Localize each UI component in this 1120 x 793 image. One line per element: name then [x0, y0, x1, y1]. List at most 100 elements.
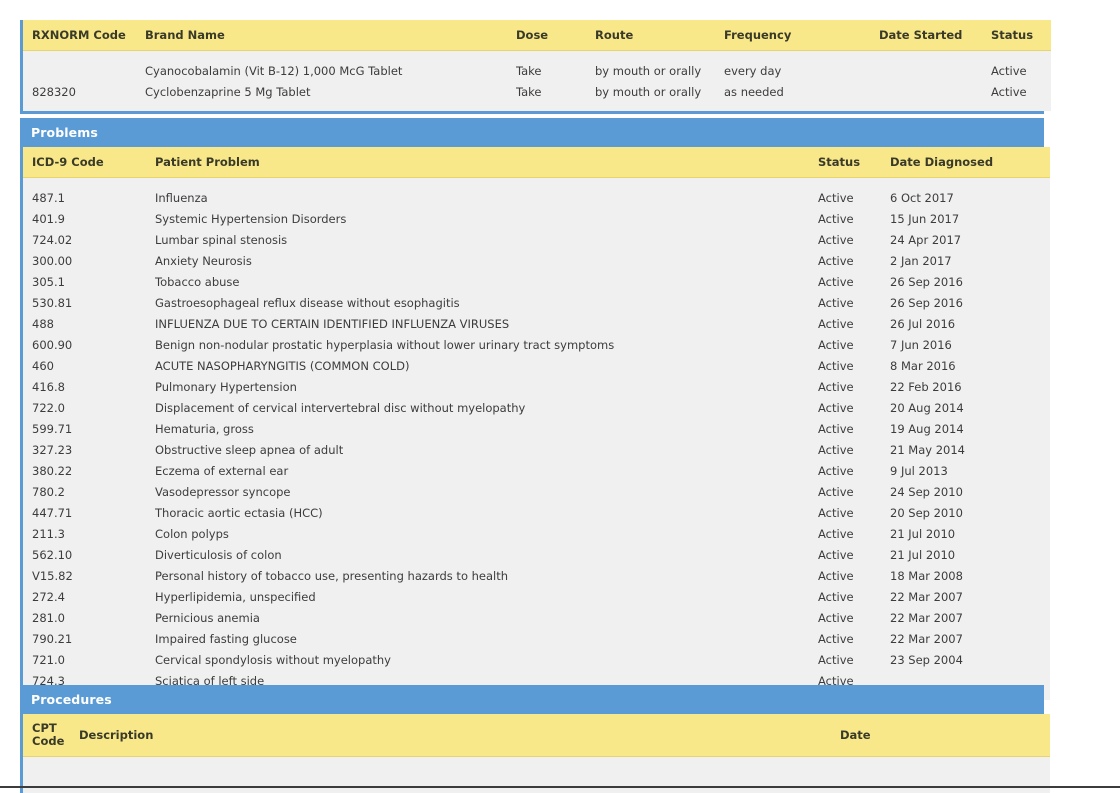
table-row[interactable]: 724.02 Lumbar spinal stenosis Active 24 Apr… — [23, 229, 1050, 250]
problem-description: Lumbar spinal stenosis — [155, 229, 818, 250]
problem-description: Influenza — [155, 187, 818, 208]
medication-frequency: as needed — [724, 81, 879, 102]
medications-table-header: RXNORM Code Brand Name Dose Route Freque… — [23, 20, 1051, 51]
table-row[interactable]: 300.00 Anxiety Neurosis Active 2 Jan 2017 — [23, 250, 1050, 271]
table-row[interactable]: 416.8 Pulmonary Hypertension Active 22 Feb … — [23, 376, 1050, 397]
table-row[interactable]: 828320 Cyclobenzaprine 5 Mg Tablet Take … — [23, 81, 1051, 102]
problem-description: Pernicious anemia — [155, 607, 818, 628]
problem-description: Cervical spondylosis without myelopathy — [155, 649, 818, 670]
problem-date-diagnosed: 26 Sep 2016 — [890, 292, 1050, 313]
procedures-table: CPT Code Description Date — [23, 714, 1050, 793]
medication-status: Active — [991, 81, 1051, 102]
table-header-row: RXNORM Code Brand Name Dose Route Freque… — [23, 20, 1051, 51]
medication-route: by mouth or orally — [595, 60, 724, 81]
table-row[interactable]: 721.0 Cervical spondylosis without myelop… — [23, 649, 1050, 670]
problem-date-diagnosed: 2 Jan 2017 — [890, 250, 1050, 271]
cpt-code-line-1: CPT — [32, 721, 57, 735]
column-header-dose[interactable]: Dose — [516, 20, 595, 51]
problems-panel-title: Problems — [23, 118, 1041, 147]
problem-icd9-code: 488 — [23, 313, 155, 334]
problem-status: Active — [818, 628, 890, 649]
patient-summary-page: RXNORM Code Brand Name Dose Route Freque… — [0, 0, 1120, 793]
problem-status: Active — [818, 460, 890, 481]
problem-icd9-code: 380.22 — [23, 460, 155, 481]
table-row[interactable]: 447.71 Thoracic aortic ectasia (HCC) Activ… — [23, 502, 1050, 523]
problem-date-diagnosed: 6 Oct 2017 — [890, 187, 1050, 208]
problem-status: Active — [818, 271, 890, 292]
table-row[interactable]: 401.9 Systemic Hypertension Disorders Acti… — [23, 208, 1050, 229]
table-row[interactable]: Cyanocobalamin (Vit B-12) 1,000 McG Tabl… — [23, 60, 1051, 81]
problem-icd9-code: 305.1 — [23, 271, 155, 292]
column-header-patient-problem[interactable]: Patient Problem — [155, 147, 818, 178]
problem-status: Active — [818, 334, 890, 355]
problems-table-header: ICD-9 Code Patient Problem Status Date D… — [23, 147, 1050, 178]
medication-frequency: every day — [724, 60, 879, 81]
table-row[interactable]: 487.1 Influenza Active 6 Oct 2017 — [23, 187, 1050, 208]
problem-icd9-code: 780.2 — [23, 481, 155, 502]
column-header-frequency[interactable]: Frequency — [724, 20, 879, 51]
footer-divider — [0, 786, 1120, 788]
problem-status: Active — [818, 376, 890, 397]
problem-status: Active — [818, 313, 890, 334]
table-row[interactable]: 722.0 Displacement of cervical interverte… — [23, 397, 1050, 418]
problem-date-diagnosed: 22 Feb 2016 — [890, 376, 1050, 397]
column-header-route[interactable]: Route — [595, 20, 724, 51]
problems-panel: Problems ICD-9 Code Patient Problem Stat… — [20, 118, 1050, 703]
problem-date-diagnosed: 21 May 2014 — [890, 439, 1050, 460]
table-row[interactable]: 281.0 Pernicious anemia Active 22 Mar 2007 — [23, 607, 1050, 628]
table-row[interactable]: 600.90 Benign non-nodular prostatic hyper… — [23, 334, 1050, 355]
table-row[interactable]: V15.82 Personal history of tobacco use, p… — [23, 565, 1050, 586]
column-header-description[interactable]: Description — [79, 714, 840, 758]
table-row[interactable]: 488 INFLUENZA DUE TO CERTAIN IDENTIFIED I… — [23, 313, 1050, 334]
procedures-panel-title: Procedures — [23, 685, 1041, 714]
column-header-status[interactable]: Status — [991, 20, 1051, 51]
problem-icd9-code: 600.90 — [23, 334, 155, 355]
problem-description: Systemic Hypertension Disorders — [155, 208, 818, 229]
column-header-cpt-code[interactable]: CPT Code — [23, 714, 79, 758]
problem-date-diagnosed: 23 Sep 2004 — [890, 649, 1050, 670]
problem-icd9-code: 327.23 — [23, 439, 155, 460]
column-header-brand-name[interactable]: Brand Name — [145, 20, 516, 51]
problem-date-diagnosed: 26 Jul 2016 — [890, 313, 1050, 334]
column-header-rxnorm-code[interactable]: RXNORM Code — [23, 20, 145, 51]
problem-icd9-code: 530.81 — [23, 292, 155, 313]
table-row[interactable]: 327.23 Obstructive sleep apnea of adult Ac… — [23, 439, 1050, 460]
table-spacer-row — [23, 50, 1051, 60]
column-header-date-started[interactable]: Date Started — [879, 20, 991, 51]
table-row[interactable]: 211.3 Colon polyps Active 21 Jul 2010 — [23, 523, 1050, 544]
medication-rxnorm-code — [23, 60, 145, 81]
cpt-code-line-2: Code — [32, 734, 65, 749]
table-row[interactable]: 380.22 Eczema of external ear Active 9 Jul … — [23, 460, 1050, 481]
table-header-row: CPT Code Description Date — [23, 714, 1050, 758]
problem-description: Impaired fasting glucose — [155, 628, 818, 649]
problem-icd9-code: V15.82 — [23, 565, 155, 586]
table-row[interactable]: 530.81 Gastroesophageal reflux disease wi… — [23, 292, 1050, 313]
column-header-icd9-code[interactable]: ICD-9 Code — [23, 147, 155, 178]
problem-status: Active — [818, 439, 890, 460]
problem-description: Obstructive sleep apnea of adult — [155, 439, 818, 460]
problem-status: Active — [818, 355, 890, 376]
table-row[interactable]: 599.71 Hematuria, gross Active 19 Aug 2014 — [23, 418, 1050, 439]
medications-table-body: Cyanocobalamin (Vit B-12) 1,000 McG Tabl… — [23, 50, 1051, 111]
problem-description: Thoracic aortic ectasia (HCC) — [155, 502, 818, 523]
problem-status: Active — [818, 523, 890, 544]
problem-date-diagnosed: 8 Mar 2016 — [890, 355, 1050, 376]
table-row[interactable]: 305.1 Tobacco abuse Active 26 Sep 2016 — [23, 271, 1050, 292]
problem-status: Active — [818, 586, 890, 607]
table-row[interactable]: 272.4 Hyperlipidemia, unspecified Active 22… — [23, 586, 1050, 607]
problem-status: Active — [818, 649, 890, 670]
column-header-status[interactable]: Status — [818, 147, 890, 178]
problem-status: Active — [818, 250, 890, 271]
medication-brand-name: Cyclobenzaprine 5 Mg Tablet — [145, 81, 516, 102]
table-row[interactable]: 780.2 Vasodepressor syncope Active 24 Sep 2… — [23, 481, 1050, 502]
column-header-date[interactable]: Date — [840, 714, 1050, 758]
problem-description: Gastroesophageal reflux disease without … — [155, 292, 818, 313]
problem-description: Displacement of cervical intervertebral … — [155, 397, 818, 418]
problem-status: Active — [818, 607, 890, 628]
problem-date-diagnosed: 7 Jun 2016 — [890, 334, 1050, 355]
table-row[interactable]: 460 ACUTE NASOPHARYNGITIS (COMMON COLD) Ac… — [23, 355, 1050, 376]
table-row[interactable]: 562.10 Diverticulosis of colon Active 21 Ju… — [23, 544, 1050, 565]
problem-description: Pulmonary Hypertension — [155, 376, 818, 397]
table-row[interactable]: 790.21 Impaired fasting glucose Active 22 M… — [23, 628, 1050, 649]
column-header-date-diagnosed[interactable]: Date Diagnosed — [890, 147, 1050, 178]
